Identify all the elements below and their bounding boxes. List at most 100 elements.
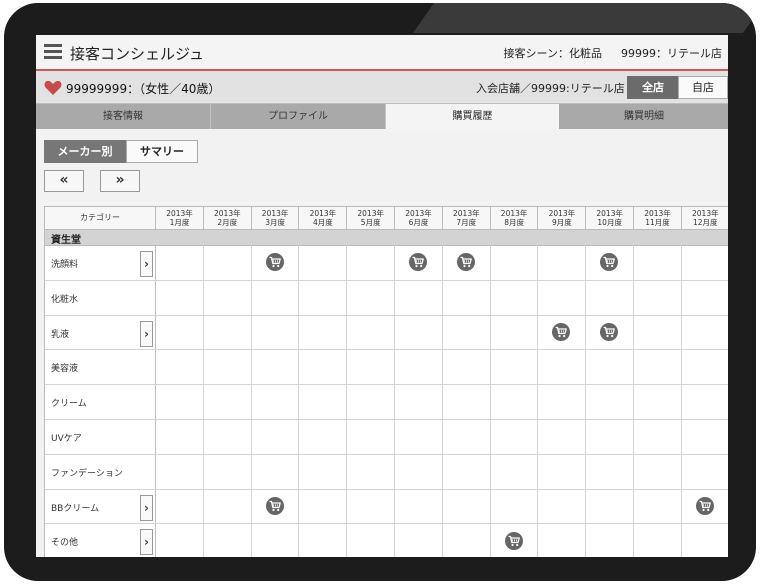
month-label: 4月度 [313,218,333,227]
purchase-grid: カテゴリー 2013年 1月度 2013年 2月度 2013年 3月度 2013年 4月度 20… [44,206,728,557]
month-column-header: 2013年 5月度 [347,209,394,227]
month-column-header: 2013年 1月度 [156,209,203,227]
prev-period-button[interactable]: « [44,170,84,192]
month-column-header: 2013年 4月度 [299,209,346,227]
month-year-label: 2013年 [309,209,337,218]
header-divider [680,207,682,229]
tab-profile[interactable]: プロファイル [211,104,386,129]
month-label: 5月度 [360,218,381,227]
month-year-label: 2013年 [261,209,289,218]
customer-bar: 99999999：（女性／40歳） 入会店舗／99999:リテール店 全店 自店 [36,71,728,104]
all-stores-toggle[interactable]: 全店 [627,76,679,99]
chevron-right-icon[interactable]: › [140,251,153,277]
heart-icon [44,80,62,96]
month-label: 7月度 [456,218,477,227]
month-column-header: 2013年 6月度 [395,209,442,227]
cart-icon[interactable] [600,253,619,272]
table-row: ファンデーション [45,455,728,490]
header-divider [298,207,300,229]
app-screen: 接客コンシェルジュ 接客シーン：化粧品 99999：リテール店 99999999… [36,35,728,557]
month-column-header: 2013年 3月度 [252,209,299,227]
month-label: 8月度 [504,218,524,227]
category-label: 乳液 [51,329,70,340]
month-label: 11月度 [645,218,670,227]
month-year-label: 2013年 [453,209,480,218]
store-label: 99999：リテール店 [621,47,722,60]
month-year-label: 2013年 [692,209,719,218]
cart-icon[interactable] [265,253,284,272]
cart-icon[interactable] [600,322,619,341]
month-year-label: 2013年 [500,209,528,218]
category-label: クリーム [51,399,87,410]
main-tabs: 接客情報 プロファイル 購買履歴 購買明細 [36,104,728,129]
cart-icon[interactable] [695,496,714,515]
maker-view-button[interactable]: メーカー別 [44,140,126,163]
summary-view-button[interactable]: サマリー [126,140,198,163]
month-column-header: 2013年 9月度 [538,209,585,227]
header-divider [585,207,587,229]
category-label: ファンデーション [51,468,123,479]
month-label: 12月度 [693,218,718,227]
category-column-header: カテゴリー [45,207,156,229]
own-store-toggle[interactable]: 自店 [678,76,728,99]
cart-icon[interactable] [408,253,427,272]
chevron-right-icon[interactable]: › [140,529,153,556]
grid-header: カテゴリー 2013年 1月度 2013年 2月度 2013年 3月度 2013年 4月度 20… [45,207,728,230]
month-label: 6月度 [408,218,429,227]
table-row: クリーム [45,385,728,420]
tab-customer-info[interactable]: 接客情報 [36,104,211,129]
header-divider [394,207,395,229]
join-store-label: 入会店舗／99999:リテール店 [476,82,625,95]
table-row: その他 › [45,524,728,557]
month-column-header: 2013年 11月度 [634,209,681,227]
cart-icon[interactable] [552,322,571,341]
month-year-label: 2013年 [596,209,623,218]
month-year-label: 2013年 [357,209,384,218]
month-label: 10月度 [597,218,622,227]
month-label: 2月度 [217,218,238,227]
cart-icon[interactable] [265,496,284,515]
category-label: UVケア [51,434,82,444]
header-info: 接客シーン：化粧品 99999：リテール店 [504,45,722,61]
table-row: UVケア [45,420,728,455]
category-label: 美容液 [51,364,79,375]
scene-label: 接客シーン：化粧品 [503,47,602,60]
header-divider [202,207,204,229]
table-row: BBクリーム › [45,490,728,525]
table-row: 美容液 [45,350,728,386]
month-column-header: 2013年 10月度 [586,209,633,227]
app-title: 接客コンシェルジュ [70,45,204,63]
brand-label: 資生堂 [51,235,81,246]
table-row: 乳液 › [45,316,728,351]
month-year-label: 2013年 [214,209,241,218]
header-divider [633,207,634,229]
month-column-header: 2013年 7月度 [443,209,490,227]
month-year-label: 2013年 [166,209,193,218]
month-label: 3月度 [265,218,285,227]
chevron-right-icon[interactable]: › [140,320,153,347]
hamburger-icon[interactable] [44,44,62,59]
next-period-button[interactable]: » [100,170,140,192]
header-divider [489,207,491,229]
table-row: 化粧水 [45,281,728,316]
category-label: その他 [51,538,79,549]
header-divider [441,207,443,229]
month-column-header: 2013年 8月度 [491,209,538,227]
app-header: 接客コンシェルジュ 接客シーン：化粧品 99999：リテール店 [36,35,728,71]
header-divider [537,207,539,229]
device-glare [412,3,756,33]
tab-purchase-history[interactable]: 購買履歴 [386,104,559,129]
customer-summary: 99999999：（女性／40歳） [66,82,221,96]
brand-row: 資生堂 [45,230,728,246]
chevron-right-icon[interactable]: › [140,494,153,521]
table-row: 洗顔料 › [45,246,728,281]
cart-icon[interactable] [504,531,523,550]
month-column-header: 2013年 12月度 [682,209,728,227]
tablet-frame: 接客コンシェルジュ 接客シーン：化粧品 99999：リテール店 99999999… [4,3,756,581]
tab-purchase-details[interactable]: 購買明細 [560,104,728,129]
category-label: 洗顔料 [51,260,79,270]
cart-icon[interactable] [456,253,475,272]
month-label: 1月度 [169,218,190,227]
month-year-label: 2013年 [548,209,576,218]
category-label: 化粧水 [51,294,79,305]
